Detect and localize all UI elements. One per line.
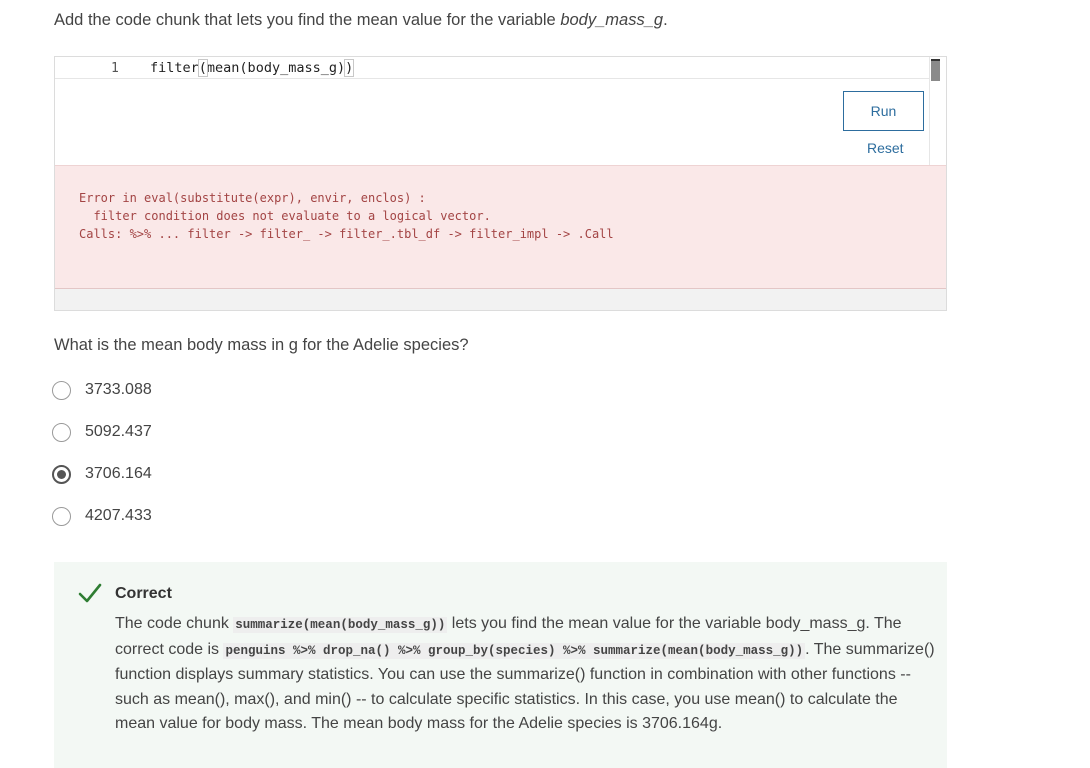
code-input[interactable]: filter(mean(body_mass_g)) bbox=[150, 59, 355, 77]
option-3-selected[interactable]: 3706.164 bbox=[52, 461, 152, 487]
code-snippet: summarize(mean(body_mass_g)) bbox=[233, 617, 448, 633]
editor-scrollbar[interactable] bbox=[931, 59, 940, 81]
error-line-1: Error in eval(substitute(expr), envir, e… bbox=[79, 191, 426, 205]
check-icon bbox=[78, 583, 102, 603]
feedback-text: The code chunk summarize(mean(body_mass_… bbox=[115, 615, 935, 732]
code-snippet: penguins %>% drop_na() %>% group_by(spec… bbox=[223, 642, 806, 659]
radio-button[interactable] bbox=[52, 422, 71, 442]
error-line-3: Calls: %>% ... filter -> filter_ -> filt… bbox=[79, 227, 614, 241]
option-label: 4207.433 bbox=[85, 507, 152, 524]
option-1[interactable]: 3733.088 bbox=[52, 377, 152, 403]
code-editor[interactable]: 1 filter(mean(body_mass_g)) bbox=[55, 57, 929, 79]
radio-button[interactable] bbox=[52, 506, 71, 526]
error-line-2: filter condition does not evaluate to a … bbox=[79, 209, 491, 223]
question-2-prompt: What is the mean body mass in g for the … bbox=[54, 336, 469, 354]
radio-button-selected[interactable] bbox=[52, 464, 71, 484]
question-1-prompt: Add the code chunk that lets you find th… bbox=[54, 11, 668, 29]
line-number: 1 bbox=[111, 61, 119, 76]
option-label: 3733.088 bbox=[85, 381, 152, 398]
option-label: 3706.164 bbox=[85, 465, 152, 482]
code-exercise: 1 filter(mean(body_mass_g)) Run Reset Er… bbox=[54, 56, 947, 311]
editor-divider bbox=[929, 57, 930, 165]
feedback-title: Correct bbox=[115, 585, 172, 602]
option-4[interactable]: 4207.433 bbox=[52, 503, 152, 529]
option-label: 5092.437 bbox=[85, 423, 152, 440]
error-output: Error in eval(substitute(expr), envir, e… bbox=[55, 165, 946, 289]
reset-link[interactable]: Reset bbox=[867, 140, 904, 156]
exercise-footer bbox=[55, 289, 946, 310]
radio-button[interactable] bbox=[52, 380, 71, 400]
run-button[interactable]: Run bbox=[843, 91, 924, 131]
feedback-panel: Correct The code chunk summarize(mean(bo… bbox=[54, 562, 947, 768]
option-2[interactable]: 5092.437 bbox=[52, 419, 152, 445]
variable-name: body_mass_g bbox=[560, 11, 664, 29]
